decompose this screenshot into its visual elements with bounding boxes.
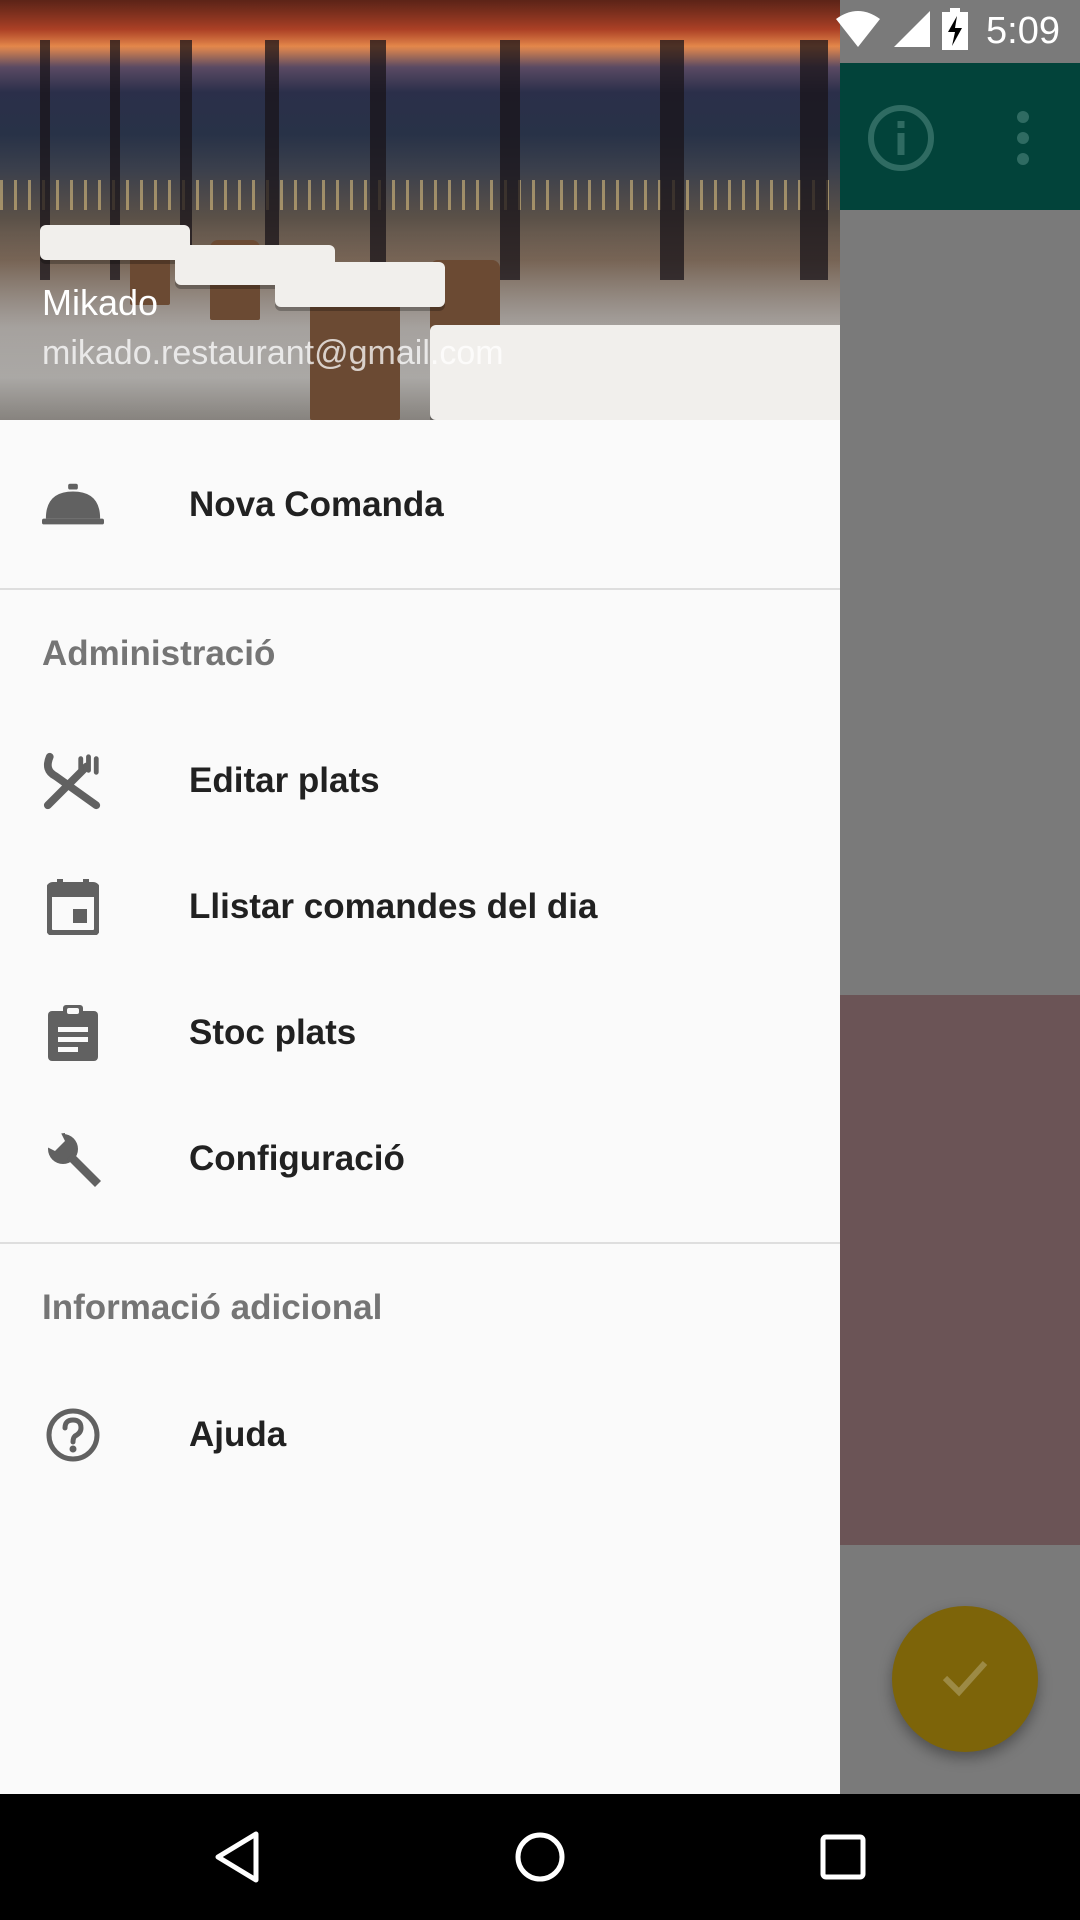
divider bbox=[0, 588, 840, 590]
system-navigation-bar bbox=[0, 1794, 1080, 1920]
menu-item-label: Ajuda bbox=[189, 1415, 287, 1454]
menu-item-stoc-plats[interactable]: Stoc plats bbox=[0, 970, 840, 1096]
room-service-icon bbox=[42, 474, 104, 536]
more-vert-icon[interactable] bbox=[988, 103, 1058, 173]
info-icon[interactable] bbox=[866, 103, 936, 173]
status-time: 5:09 bbox=[986, 10, 1060, 52]
section-title-administracio: Administració bbox=[42, 634, 276, 673]
divider bbox=[0, 1242, 840, 1244]
wifi-icon bbox=[834, 9, 882, 54]
menu-item-label: Nova Comanda bbox=[189, 485, 444, 524]
drawer-header: Mikado mikado.restaurant@gmail.com bbox=[0, 0, 840, 420]
back-icon[interactable] bbox=[204, 1824, 270, 1890]
menu-item-ajuda[interactable]: Ajuda bbox=[0, 1372, 840, 1498]
clipboard-icon bbox=[42, 1002, 104, 1064]
menu-item-llistar-comandes[interactable]: Llistar comandes del dia bbox=[0, 844, 840, 970]
menu-item-label: Editar plats bbox=[189, 761, 380, 800]
check-icon bbox=[937, 1649, 993, 1710]
cell-signal-icon bbox=[892, 9, 932, 54]
recents-icon[interactable] bbox=[810, 1824, 876, 1890]
battery-charging-icon bbox=[942, 8, 969, 55]
account-name: Mikado bbox=[42, 282, 159, 323]
help-circle-icon bbox=[42, 1404, 104, 1466]
menu-item-configuracio[interactable]: Configuració bbox=[0, 1096, 840, 1222]
menu-item-editar-plats[interactable]: Editar plats bbox=[0, 718, 840, 844]
navigation-drawer: Mikado mikado.restaurant@gmail.com Nova … bbox=[0, 0, 840, 1794]
calendar-today-icon bbox=[42, 876, 104, 938]
wrench-icon bbox=[42, 1128, 104, 1190]
section-title-informacio-adicional: Informació adicional bbox=[42, 1288, 383, 1327]
confirm-fab-button[interactable] bbox=[892, 1606, 1038, 1752]
menu-item-label: Llistar comandes del dia bbox=[189, 887, 598, 926]
menu-item-label: Configuració bbox=[189, 1139, 405, 1178]
menu-item-label: Stoc plats bbox=[189, 1013, 357, 1052]
menu-item-nova-comanda[interactable]: Nova Comanda bbox=[0, 442, 840, 568]
account-email: mikado.restaurant@gmail.com bbox=[42, 334, 504, 372]
utensils-crossed-icon bbox=[42, 750, 104, 812]
status-bar: 5:09 bbox=[0, 0, 1080, 63]
home-icon[interactable] bbox=[507, 1824, 573, 1890]
